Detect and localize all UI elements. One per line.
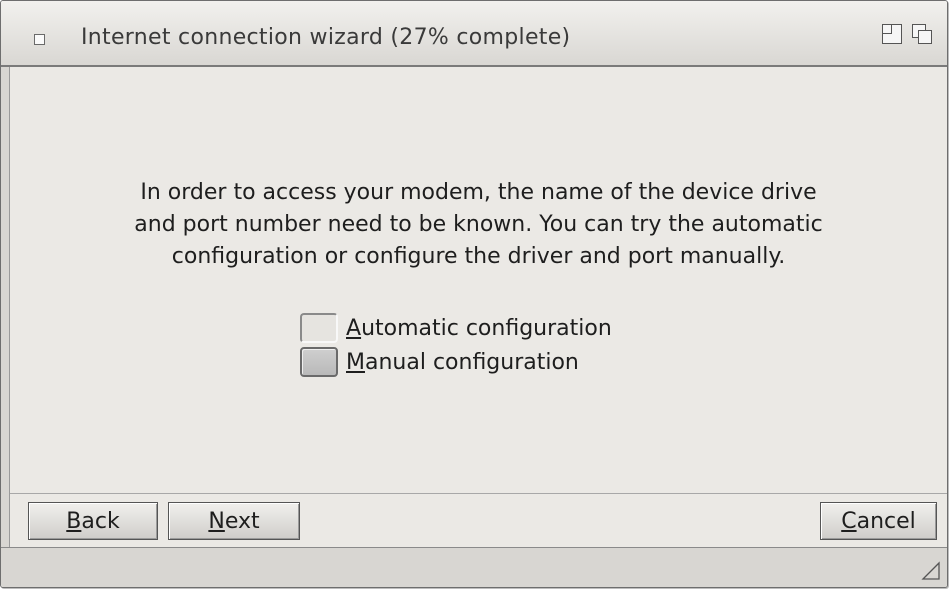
- back-button[interactable]: Back: [28, 502, 158, 540]
- instruction-line-3: configuration or configure the driver an…: [171, 244, 786, 269]
- resize-grip-icon[interactable]: [921, 561, 941, 581]
- radio-button-automatic[interactable]: [300, 313, 338, 343]
- configuration-radio-group: Automatic configuration Manual configura…: [300, 311, 612, 379]
- back-to-front-icon[interactable]: [911, 23, 933, 45]
- title-bar[interactable]: Internet connection wizard (27% complete…: [1, 1, 947, 67]
- close-box-icon[interactable]: [34, 34, 45, 45]
- wizard-button-bar: Back Next Cancel: [10, 493, 947, 547]
- toggle-size-icon[interactable]: [881, 23, 903, 45]
- radio-manual-configuration[interactable]: Manual configuration: [300, 345, 612, 379]
- manual-configuration-label[interactable]: Manual configuration: [346, 350, 579, 375]
- window-left-border: [1, 67, 10, 547]
- radio-button-manual[interactable]: [300, 347, 338, 377]
- wizard-content: In order to access your modem, the name …: [10, 67, 947, 493]
- radio-automatic-configuration[interactable]: Automatic configuration: [300, 311, 612, 345]
- cancel-button[interactable]: Cancel: [820, 502, 937, 540]
- automatic-configuration-label[interactable]: Automatic configuration: [346, 316, 612, 341]
- instruction-line-2: and port number need to be known. You ca…: [134, 212, 823, 237]
- window-title: Internet connection wizard (27% complete…: [81, 25, 571, 50]
- title-bar-icons: [881, 23, 933, 45]
- wizard-window: Internet connection wizard (27% complete…: [0, 0, 948, 588]
- status-bar: [1, 547, 947, 587]
- instruction-line-1: In order to access your modem, the name …: [140, 180, 817, 205]
- instruction-text: In order to access your modem, the name …: [10, 177, 947, 273]
- next-button[interactable]: Next: [168, 502, 300, 540]
